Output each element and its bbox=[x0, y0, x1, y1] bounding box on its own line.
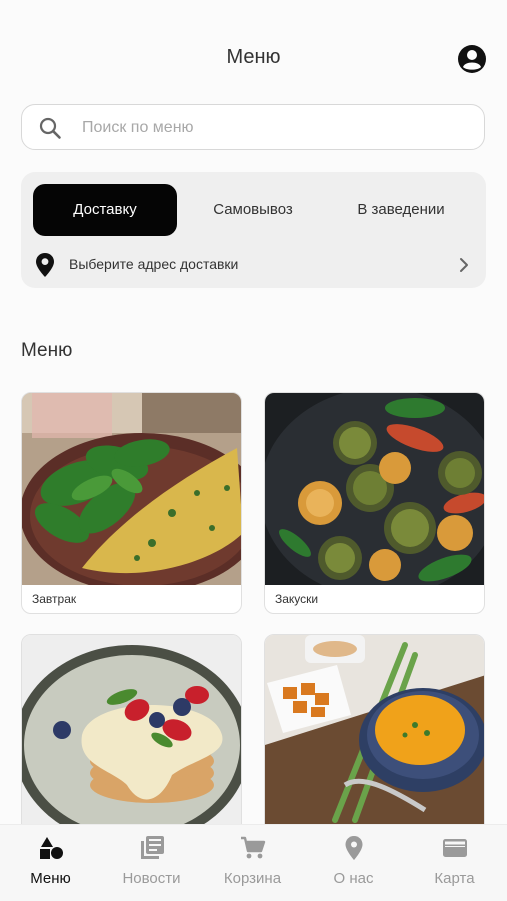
category-card-soup[interactable] bbox=[264, 634, 485, 834]
tab-delivery[interactable]: Доставку bbox=[33, 184, 177, 236]
news-icon bbox=[141, 836, 164, 859]
card-icon bbox=[443, 839, 467, 857]
location-pin-icon bbox=[36, 253, 54, 277]
bottom-tab-bar: Меню Новости Корзина О нас Карта bbox=[0, 824, 507, 901]
nav-label: Новости bbox=[122, 870, 181, 887]
profile-icon[interactable] bbox=[457, 44, 487, 74]
nav-about[interactable]: О нас bbox=[303, 825, 404, 901]
nav-label: Карта bbox=[434, 870, 475, 887]
menu-section-title: Меню bbox=[21, 340, 73, 361]
category-card-appetizers[interactable]: Закуски bbox=[264, 392, 485, 614]
search-input[interactable] bbox=[80, 105, 464, 150]
appetizers-image bbox=[265, 393, 484, 585]
nav-label: О нас bbox=[333, 870, 374, 887]
omelette-image bbox=[22, 393, 241, 585]
nav-label: Меню bbox=[30, 870, 71, 887]
nav-label: Корзина bbox=[223, 870, 282, 887]
location-icon bbox=[345, 836, 363, 860]
search-icon bbox=[39, 117, 61, 139]
category-card-breakfast[interactable]: Завтрак bbox=[21, 392, 242, 614]
chevron-right-icon bbox=[460, 258, 468, 272]
category-label: Закуски bbox=[275, 592, 319, 606]
address-selector[interactable]: Выберите адрес доставки bbox=[21, 248, 486, 282]
nav-news[interactable]: Новости bbox=[101, 825, 202, 901]
tab-dine-in[interactable]: В заведении bbox=[329, 184, 473, 236]
category-card-pancakes[interactable] bbox=[21, 634, 242, 834]
pancakes-image bbox=[22, 635, 241, 827]
nav-menu[interactable]: Меню bbox=[0, 825, 101, 901]
search-bar[interactable] bbox=[21, 104, 485, 150]
delivery-mode-panel: Доставку Самовывоз В заведении Выберите … bbox=[21, 172, 486, 288]
shapes-icon bbox=[40, 837, 63, 859]
cart-icon bbox=[241, 836, 266, 859]
page-title: Меню bbox=[226, 46, 281, 68]
nav-card[interactable]: Карта bbox=[404, 825, 505, 901]
soup-image bbox=[265, 635, 484, 827]
nav-cart[interactable]: Корзина bbox=[202, 825, 303, 901]
tab-pickup[interactable]: Самовывоз bbox=[181, 184, 325, 236]
category-label: Завтрак bbox=[32, 592, 77, 606]
header: Меню bbox=[0, 38, 507, 82]
address-prompt: Выберите адрес доставки bbox=[69, 256, 239, 272]
